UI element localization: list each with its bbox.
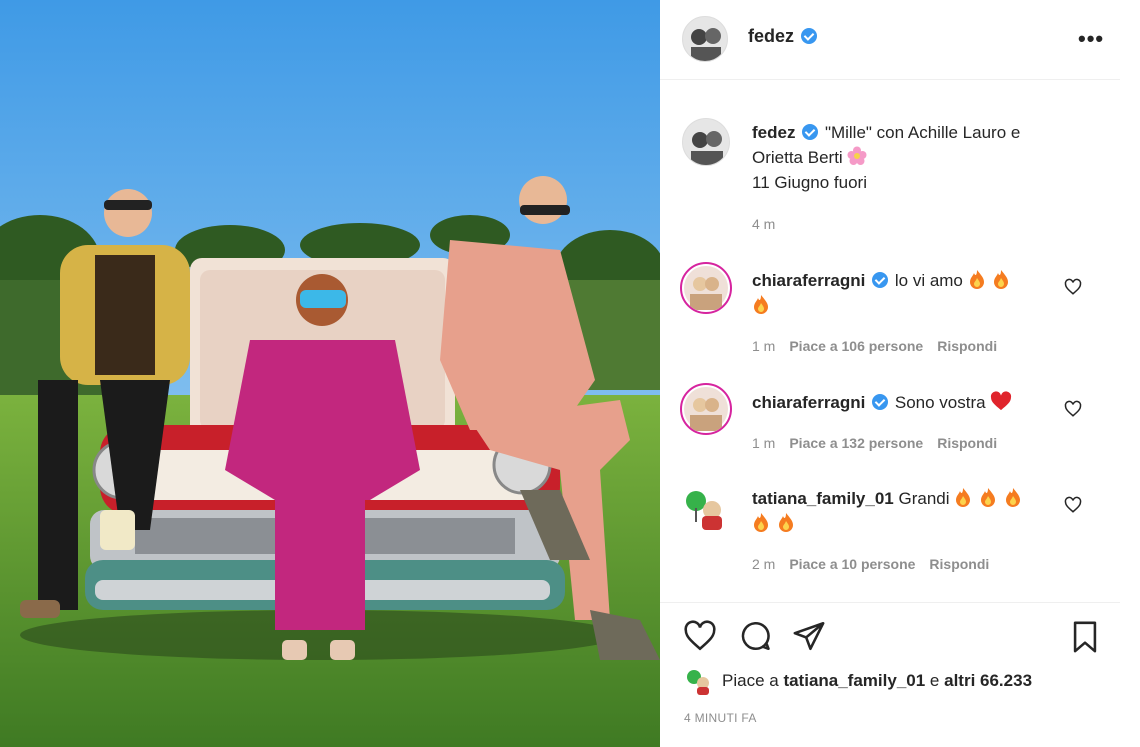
comment-username[interactable]: chiaraferragni bbox=[752, 271, 865, 290]
post-timestamp[interactable]: 4 MINUTI FA bbox=[684, 711, 757, 725]
share-icon[interactable] bbox=[792, 619, 826, 653]
caption-username[interactable]: fedez bbox=[752, 123, 795, 142]
comment-meta: 1 m Piace a 132 persone Rispondi bbox=[752, 435, 997, 451]
comment-meta: 1 m Piace a 106 persone Rispondi bbox=[752, 338, 997, 354]
likes-others-link[interactable]: altri 66.233 bbox=[944, 671, 1032, 690]
comment-text: Sono vostra bbox=[894, 393, 986, 412]
caption-line-2: Orietta Berti bbox=[752, 145, 1092, 170]
comment-3: tatiana_family_01 Grandi bbox=[752, 486, 1052, 536]
fire-emoji-icon bbox=[968, 270, 1013, 290]
post-photo[interactable] bbox=[0, 0, 660, 747]
likes-summary: Piace a tatiana_family_01 e altri 66.233 bbox=[722, 671, 1032, 691]
post-header: fedez ••• bbox=[660, 0, 1120, 80]
comment-time: 1 m bbox=[752, 338, 776, 354]
comment-1: chiaraferragni lo vi amo bbox=[752, 268, 1052, 318]
verified-icon bbox=[872, 272, 889, 288]
header-username[interactable]: fedez bbox=[748, 26, 794, 46]
likes-middle: e bbox=[929, 671, 940, 690]
comment-likes[interactable]: Piace a 10 persone bbox=[789, 556, 915, 572]
likes-avatar[interactable] bbox=[686, 669, 712, 695]
verified-icon bbox=[802, 124, 819, 140]
comment-like-heart-icon[interactable] bbox=[1064, 496, 1082, 514]
comment-time: 1 m bbox=[752, 435, 776, 451]
caption-avatar[interactable] bbox=[682, 118, 730, 166]
comment-likes[interactable]: Piace a 132 persone bbox=[789, 435, 923, 451]
flower-emoji-icon bbox=[847, 146, 867, 166]
comment-avatar[interactable] bbox=[684, 488, 728, 532]
verified-icon bbox=[801, 28, 818, 44]
reply-button[interactable]: Rispondi bbox=[929, 556, 989, 572]
verified-icon bbox=[872, 394, 889, 410]
more-options-icon[interactable]: ••• bbox=[1078, 26, 1104, 52]
reply-button[interactable]: Rispondi bbox=[937, 338, 997, 354]
like-heart-icon[interactable] bbox=[682, 619, 718, 653]
likes-prefix: Piace a bbox=[722, 671, 779, 690]
comment-avatar[interactable] bbox=[680, 262, 732, 314]
fire-emoji-icon bbox=[954, 488, 1023, 508]
comment-icon[interactable] bbox=[738, 619, 772, 653]
comment-text: lo vi amo bbox=[894, 271, 963, 290]
likes-user-link[interactable]: tatiana_family_01 bbox=[783, 671, 925, 690]
comment-like-heart-icon[interactable] bbox=[1064, 278, 1082, 296]
caption: fedez "Mille" con Achille Lauro e Oriett… bbox=[752, 120, 1092, 195]
caption-text: "Mille" con Achille Lauro e bbox=[824, 123, 1021, 142]
caption-text-2: Orietta Berti bbox=[752, 148, 843, 167]
caption-line-1: fedez "Mille" con Achille Lauro e bbox=[752, 120, 1092, 145]
comment-likes[interactable]: Piace a 106 persone bbox=[789, 338, 923, 354]
comment-avatar[interactable] bbox=[680, 383, 732, 435]
bookmark-icon[interactable] bbox=[1068, 619, 1102, 655]
comment-meta: 2 m Piace a 10 persone Rispondi bbox=[752, 556, 989, 572]
comment-2: chiaraferragni Sono vostra bbox=[752, 390, 1052, 415]
caption-time: 4 m bbox=[752, 216, 776, 232]
comment-time: 2 m bbox=[752, 556, 776, 572]
fire-emoji-icon bbox=[752, 513, 797, 533]
comment-text: Grandi bbox=[898, 489, 950, 508]
post-actions: Piace a tatiana_family_01 e altri 66.233… bbox=[660, 602, 1120, 747]
red-heart-emoji-icon bbox=[990, 391, 1014, 412]
header-username-row: fedez bbox=[748, 26, 819, 47]
avatar[interactable] bbox=[682, 16, 728, 62]
caption-text-3: 11 Giugno fuori bbox=[752, 173, 867, 192]
fire-emoji-icon bbox=[752, 295, 772, 315]
post-side-panel: fedez ••• fedez "Mille" con Achille Laur… bbox=[660, 0, 1140, 747]
comment-like-heart-icon[interactable] bbox=[1064, 400, 1082, 418]
comment-username[interactable]: tatiana_family_01 bbox=[752, 489, 894, 508]
reply-button[interactable]: Rispondi bbox=[937, 435, 997, 451]
comment-username[interactable]: chiaraferragni bbox=[752, 393, 865, 412]
